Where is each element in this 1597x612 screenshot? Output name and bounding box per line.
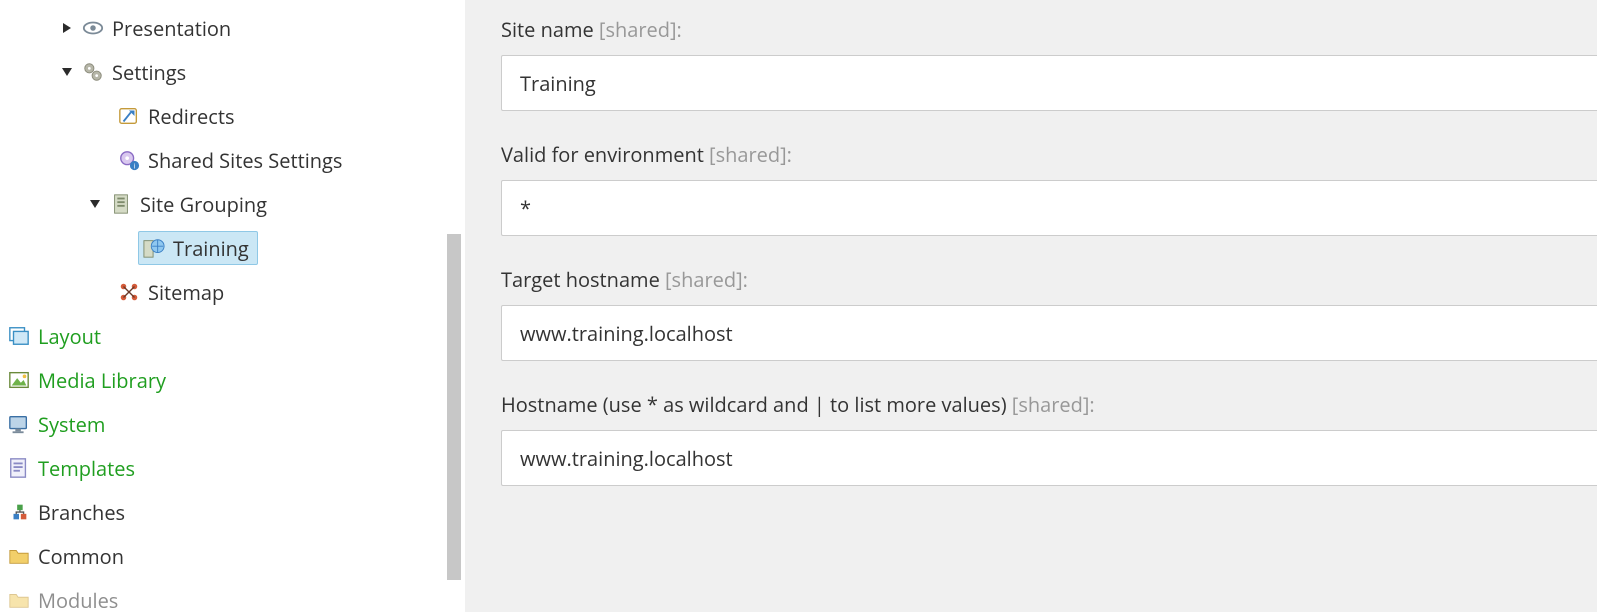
tree-label: Common <box>38 543 124 570</box>
label-suffix: [shared]: <box>660 266 748 293</box>
tree-label: Media Library <box>38 367 166 394</box>
tree-node-system[interactable]: System <box>0 402 447 446</box>
tree-node-templates[interactable]: Templates <box>0 446 447 490</box>
field-label: Site name [shared]: <box>501 16 1597 43</box>
field-target-hostname: Target hostname [shared]: <box>501 266 1597 361</box>
layout-icon <box>8 325 30 347</box>
tree-label: System <box>38 411 105 438</box>
tree-node-media-library[interactable]: Media Library <box>0 358 447 402</box>
tree-node-training[interactable]: Training <box>0 226 447 270</box>
expand-toggle[interactable] <box>60 21 74 35</box>
folder-icon <box>8 589 30 611</box>
label-text: Valid for environment <box>501 141 704 168</box>
collapse-toggle[interactable] <box>60 65 74 79</box>
label-text: Hostname (use * as wildcard and | to lis… <box>501 391 1007 418</box>
valid-environment-input[interactable] <box>501 180 1597 236</box>
svg-text:i: i <box>134 161 136 171</box>
tree-node-common[interactable]: Common <box>0 534 447 578</box>
hostname-input[interactable] <box>501 430 1597 486</box>
target-hostname-input[interactable] <box>501 305 1597 361</box>
tree-node-branches[interactable]: Branches <box>0 490 447 534</box>
field-label: Valid for environment [shared]: <box>501 141 1597 168</box>
collapse-toggle[interactable] <box>88 197 102 211</box>
shared-settings-icon: i <box>118 149 140 171</box>
site-name-input[interactable] <box>501 55 1597 111</box>
tree-node-redirects[interactable]: Redirects <box>0 94 447 138</box>
gears-icon <box>82 61 104 83</box>
label-suffix: [shared]: <box>704 141 792 168</box>
sitemap-icon <box>118 281 140 303</box>
label-suffix: [shared]: <box>1007 391 1095 418</box>
media-icon <box>8 369 30 391</box>
folder-icon <box>8 545 30 567</box>
tree-label: Redirects <box>148 103 235 130</box>
server-icon <box>110 193 132 215</box>
tree-label: Training <box>173 235 249 262</box>
content-editor-panel: Site name [shared]: Valid for environmen… <box>465 0 1597 612</box>
tree-label: Presentation <box>112 15 231 42</box>
branches-icon <box>8 501 30 523</box>
selected-node: Training <box>138 231 258 265</box>
tree-label: Layout <box>38 323 101 350</box>
templates-icon <box>8 457 30 479</box>
system-icon <box>8 413 30 435</box>
splitter-handle[interactable] <box>447 234 461 580</box>
tree-label: Settings <box>112 59 186 86</box>
field-valid-environment: Valid for environment [shared]: <box>501 141 1597 236</box>
tree-node-presentation[interactable]: Presentation <box>0 6 447 50</box>
tree-node-site-grouping[interactable]: Site Grouping <box>0 182 447 226</box>
tree-node-layout[interactable]: Layout <box>0 314 447 358</box>
field-label: Target hostname [shared]: <box>501 266 1597 293</box>
field-hostname: Hostname (use * as wildcard and | to lis… <box>501 391 1597 486</box>
tree-label: Branches <box>38 499 125 526</box>
label-text: Site name <box>501 16 594 43</box>
globe-server-icon <box>143 237 165 259</box>
tree-label: Modules <box>38 587 118 612</box>
content-tree: Presentation Settings <box>0 6 447 612</box>
tree-node-settings[interactable]: Settings <box>0 50 447 94</box>
field-site-name: Site name [shared]: <box>501 16 1597 111</box>
tree-label: Sitemap <box>148 279 224 306</box>
label-suffix: [shared]: <box>594 16 682 43</box>
label-text: Target hostname <box>501 266 660 293</box>
redirect-icon <box>118 105 140 127</box>
tree-node-sitemap[interactable]: Sitemap <box>0 270 447 314</box>
tree-label: Shared Sites Settings <box>148 147 342 174</box>
content-tree-panel: Presentation Settings <box>0 0 447 612</box>
eye-icon <box>82 17 104 39</box>
field-label: Hostname (use * as wildcard and | to lis… <box>501 391 1597 418</box>
tree-label: Site Grouping <box>140 191 267 218</box>
tree-node-shared-sites-settings[interactable]: i Shared Sites Settings <box>0 138 447 182</box>
tree-node-modules[interactable]: Modules <box>0 578 447 612</box>
tree-label: Templates <box>38 455 135 482</box>
panel-splitter[interactable] <box>447 0 465 612</box>
